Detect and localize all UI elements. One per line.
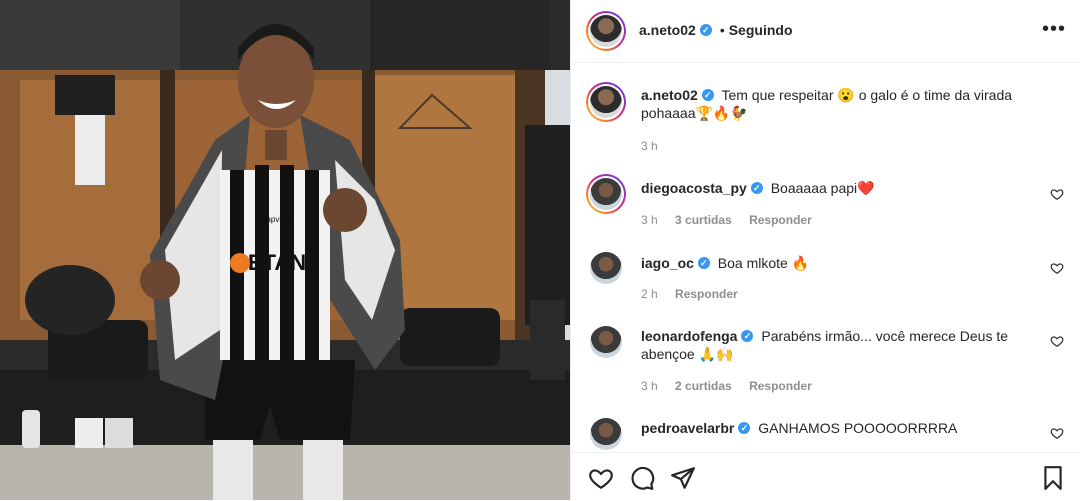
- comment-time[interactable]: 3 h: [641, 379, 658, 393]
- post-actions-bar: [571, 452, 1080, 501]
- comment-likes[interactable]: 3 curtidas: [675, 213, 732, 227]
- more-icon[interactable]: •••: [1042, 19, 1066, 39]
- heart-icon[interactable]: [1050, 334, 1064, 348]
- heart-icon[interactable]: [1050, 187, 1064, 201]
- verified-icon: ✓: [741, 330, 754, 343]
- caption-text: a.neto02 ✓ Tem que respeitar 😮 o galo é o…: [641, 86, 1040, 122]
- comment-body: Boaaaaa papi❤️: [770, 180, 875, 196]
- comment-avatar[interactable]: [590, 252, 622, 284]
- comment-username[interactable]: leonardofenga: [641, 328, 737, 344]
- share-icon[interactable]: [670, 465, 696, 491]
- comment-meta: 2 h Responder: [641, 287, 752, 301]
- comment-avatar[interactable]: [586, 174, 626, 214]
- reply-button[interactable]: Responder: [749, 213, 812, 227]
- reply-button[interactable]: Responder: [749, 379, 812, 393]
- following-button[interactable]: Seguindo: [729, 22, 793, 38]
- caption-username[interactable]: a.neto02: [641, 87, 698, 103]
- comment-username[interactable]: diegoacosta_py: [641, 180, 747, 196]
- bookmark-icon[interactable]: [1040, 465, 1066, 491]
- comment-time[interactable]: 3 h: [641, 213, 658, 227]
- author-username[interactable]: a.neto02: [639, 22, 696, 38]
- heart-icon[interactable]: [588, 465, 614, 491]
- post-header: a.neto02 ✓ • Seguindo •••: [571, 0, 1080, 63]
- comment-time[interactable]: 2 h: [641, 287, 658, 301]
- jersey-brand: hapvida: [262, 215, 291, 224]
- verified-icon: ✓: [699, 23, 712, 36]
- caption-avatar[interactable]: [586, 82, 626, 122]
- comment-body: Boa mlkote 🔥: [717, 255, 810, 271]
- author-line: a.neto02 ✓ • Seguindo: [639, 22, 793, 40]
- verified-icon: ✓: [750, 182, 763, 195]
- comment-body: GANHAMOS POOOOORRRRA: [758, 420, 958, 436]
- reply-button[interactable]: Responder: [675, 287, 738, 301]
- heart-icon[interactable]: [1050, 426, 1064, 440]
- comment-text: diegoacosta_py ✓ Boaaaaa papi❤️: [641, 179, 1040, 197]
- caption-time[interactable]: 3 h: [641, 139, 658, 153]
- verified-icon: ✓: [738, 422, 751, 435]
- comment-meta: 3 h 2 curtidas Responder: [641, 379, 826, 393]
- comment-text: pedroavelarbr ✓ GANHAMOS POOOOORRRRA: [641, 419, 1040, 437]
- post-side-panel: a.neto02 ✓ • Seguindo ••• a.neto02 ✓ Tem que…: [570, 0, 1080, 500]
- author-avatar[interactable]: [586, 11, 626, 51]
- comment-username[interactable]: iago_oc: [641, 255, 694, 271]
- comment-icon[interactable]: [629, 465, 655, 491]
- comment-avatar[interactable]: [590, 326, 622, 358]
- heart-icon[interactable]: [1050, 261, 1064, 275]
- caption-meta: 3 h: [641, 139, 672, 153]
- comment-likes[interactable]: 2 curtidas: [675, 379, 732, 393]
- comment-meta: 3 h 3 curtidas Responder: [641, 213, 826, 227]
- comment-username[interactable]: pedroavelarbr: [641, 420, 734, 436]
- comment-avatar[interactable]: [590, 418, 622, 450]
- separator-dot: •: [719, 22, 725, 38]
- verified-icon: ✓: [701, 89, 714, 102]
- locker-room-photo: BETAN hapvida: [0, 0, 570, 500]
- comment-text: iago_oc ✓ Boa mlkote 🔥: [641, 254, 1040, 272]
- verified-icon: ✓: [697, 257, 710, 270]
- post-photo[interactable]: BETAN hapvida: [0, 0, 570, 500]
- comment-text: leonardofenga ✓ Parabéns irmão... você me…: [641, 327, 1040, 363]
